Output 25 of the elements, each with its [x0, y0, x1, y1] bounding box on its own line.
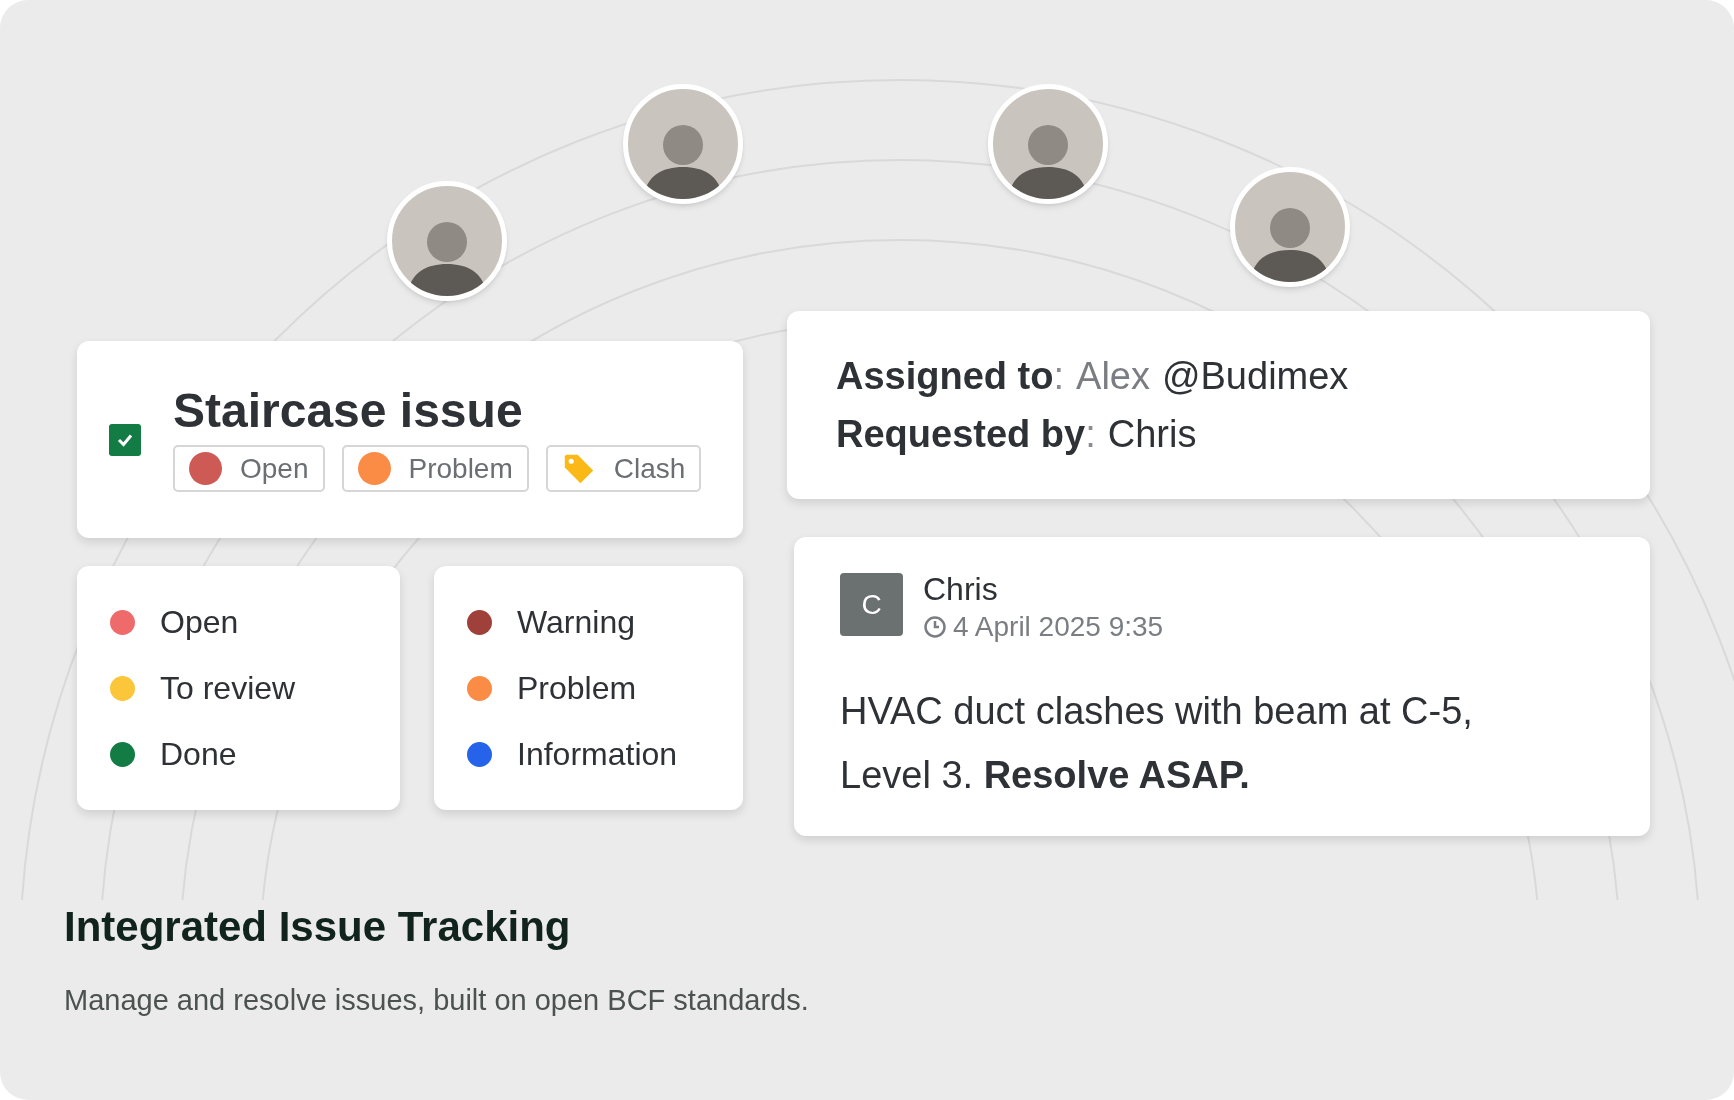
clock-icon [923, 615, 947, 639]
section-heading: Integrated Issue Tracking [64, 906, 572, 948]
field-label: Assigned to [836, 357, 1054, 395]
separator: : [1085, 415, 1096, 453]
legend-label: Warning [517, 606, 635, 638]
field-value: @Budimex [1161, 357, 1349, 395]
legend-label: Done [160, 738, 237, 770]
comment-time: 4 April 2025 9:35 [953, 613, 1164, 641]
issue-title: Staircase issue [173, 387, 524, 435]
section-description: Manage and resolve issues, built on open BCF standards. [64, 986, 810, 1015]
tag-label: Clash [613, 454, 686, 483]
legend-label: Information [517, 738, 678, 770]
field-label: Requested by [836, 415, 1086, 453]
field-value: Chris [1107, 415, 1197, 453]
separator: : [1053, 357, 1065, 395]
tag-label: Problem [408, 454, 513, 483]
avatar-initial: C [840, 573, 903, 636]
checkbox[interactable] [109, 423, 141, 456]
tag-label: Open [240, 454, 309, 483]
field-value: Alex [1076, 357, 1150, 395]
legend-label: Problem [517, 672, 637, 704]
comment-body: HVAC duct clashes with beam at C-5, Level 3. Resolve ASAP. [840, 689, 1474, 798]
comment-author: Chris [923, 573, 999, 605]
legend-label: Open [160, 606, 239, 638]
legend-label: To review [160, 672, 296, 704]
